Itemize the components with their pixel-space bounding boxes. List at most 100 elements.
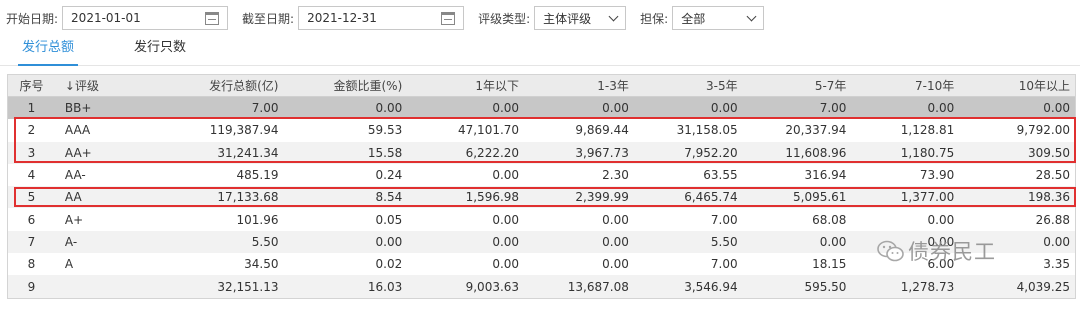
cell-over-10y: 28.50 (1035, 168, 1071, 183)
cell-under-1y: 0.00 (492, 101, 520, 116)
cell-3-5y: 0.00 (710, 101, 738, 116)
cell-over-10y: 26.88 (1035, 212, 1071, 227)
cell-5-7y: 0.00 (819, 234, 847, 249)
active-tab-underline (18, 64, 79, 66)
start-date-value: 2021-01-01 (71, 11, 141, 25)
start-date-input[interactable]: 2021-01-01 (62, 6, 229, 30)
cell-under-1y: 47,101.70 (457, 123, 520, 138)
cell-amount-share: 59.53 (367, 123, 403, 138)
cell-under-1y: 0.00 (492, 168, 520, 183)
cell-amount-share: 0.05 (375, 212, 403, 227)
table-row[interactable]: 3 AA+ 31,241.34 15.58 6,222.20 3,967.73 7,952.… (8, 141, 1075, 164)
header-5-7y[interactable]: 5-7年 (743, 77, 852, 94)
cell-index: 5 (27, 190, 36, 205)
cell-7-10y: 73.90 (919, 168, 955, 183)
table-row[interactable]: 9 32,151.13 16.03 9,003.63 13,687.08 3,546.94… (8, 275, 1075, 298)
table-header-row: 序号 ↓评级 发行总额(亿) 金额比重(%) 1年以下 1-3年 3-5年 5-… (8, 75, 1075, 97)
cell-5-7y: 7.00 (819, 101, 847, 116)
cell-rating: A (64, 257, 74, 272)
cell-3-5y: 3,546.94 (684, 279, 738, 294)
end-date-label: 截至日期: (242, 11, 295, 26)
calendar-icon[interactable] (205, 11, 220, 25)
cell-3-5y: 7.00 (710, 257, 738, 272)
header-7-10y[interactable]: 7-10年 (851, 77, 959, 94)
table-row[interactable]: 5 AA 17,133.68 8.54 1,596.98 2,399.99 6,465.74… (8, 186, 1075, 209)
cell-over-10y: 4,039.25 (1016, 279, 1071, 294)
cell-over-10y: 198.36 (1028, 190, 1071, 205)
guarantee-select[interactable]: 全部 (672, 6, 765, 30)
cell-7-10y: 1,278.73 (900, 279, 955, 294)
header-over-10y[interactable]: 10年以上 (959, 77, 1075, 94)
cell-1-3y: 3,967.73 (575, 145, 629, 160)
cell-total-amount: 34.50 (244, 257, 279, 272)
cell-rating: BB+ (64, 101, 92, 116)
cell-amount-share: 15.58 (367, 145, 403, 160)
rating-type-value: 主体评级 (543, 11, 592, 26)
cell-1-3y: 2.30 (602, 168, 629, 183)
cell-total-amount: 101.96 (236, 212, 279, 227)
cell-index: 1 (27, 101, 36, 116)
calendar-icon[interactable] (441, 11, 456, 25)
cell-rating: AA- (64, 168, 86, 183)
cell-rating: A+ (64, 212, 84, 227)
tab-issue-amount-label: 发行总额 (22, 40, 75, 55)
header-index[interactable]: 序号 (8, 77, 55, 94)
table-row[interactable]: 1 BB+ 7.00 0.00 0.00 0.00 0.00 7.00 0.00 0.00 (8, 97, 1075, 120)
cell-5-7y: 316.94 (804, 168, 847, 183)
header-amount-share[interactable]: 金额比重(%) (284, 77, 408, 94)
cell-amount-share: 8.54 (375, 190, 403, 205)
tab-issue-amount[interactable]: 发行总额 (18, 40, 79, 66)
header-under-1y[interactable]: 1年以下 (407, 77, 524, 94)
cell-5-7y: 20,337.94 (785, 123, 847, 138)
chevron-down-icon (608, 11, 619, 21)
cell-7-10y: 1,128.81 (900, 123, 955, 138)
watermark-text: 债券民工 (908, 240, 996, 264)
header-total-amount[interactable]: 发行总额(亿) (150, 77, 284, 94)
guarantee-label: 担保: (640, 11, 669, 26)
cell-amount-share: 16.03 (367, 279, 403, 294)
guarantee-value: 全部 (681, 11, 706, 26)
table-row[interactable]: 2 AAA 119,387.94 59.53 47,101.70 9,869.44 31,1… (8, 119, 1075, 142)
cell-under-1y: 0.00 (492, 234, 520, 249)
cell-total-amount: 32,151.13 (217, 279, 279, 294)
tab-issue-count[interactable]: 发行只数 (134, 40, 186, 66)
rating-type-label: 评级类型: (478, 11, 531, 26)
cell-total-amount: 31,241.34 (217, 145, 279, 160)
cell-amount-share: 0.24 (375, 168, 403, 183)
cell-rating: AA (64, 190, 82, 205)
tab-issue-count-label: 发行只数 (134, 40, 187, 55)
cell-total-amount: 17,133.68 (217, 190, 279, 205)
cell-1-3y: 13,687.08 (567, 279, 629, 294)
rating-type-select[interactable]: 主体评级 (534, 6, 627, 30)
cell-5-7y: 11,608.96 (785, 145, 847, 160)
cell-3-5y: 7,952.20 (684, 145, 738, 160)
cell-3-5y: 7.00 (710, 212, 738, 227)
cell-7-10y: 1,377.00 (900, 190, 955, 205)
start-date-label: 开始日期: (6, 11, 59, 26)
header-1-3y[interactable]: 1-3年 (524, 77, 634, 94)
header-rating[interactable]: ↓评级 (55, 77, 150, 94)
cell-5-7y: 595.50 (804, 279, 847, 294)
cell-total-amount: 485.19 (236, 168, 279, 183)
cell-7-10y: 0.00 (927, 212, 955, 227)
chevron-down-icon (746, 11, 757, 21)
cell-7-10y: 0.00 (927, 101, 955, 116)
wechat-icon (877, 240, 904, 262)
filter-bar: 开始日期: 2021-01-01 截至日期: 2021-12-31 评级类型: … (6, 6, 765, 30)
cell-3-5y: 5.50 (710, 234, 738, 249)
cell-amount-share: 0.00 (375, 234, 403, 249)
cell-amount-share: 0.00 (375, 101, 403, 116)
table-body: 1 BB+ 7.00 0.00 0.00 0.00 0.00 7.00 0.00 0.00 2 AAA… (8, 97, 1075, 298)
header-3-5y[interactable]: 3-5年 (634, 77, 743, 94)
end-date-input[interactable]: 2021-12-31 (298, 6, 465, 30)
tab-bar: 发行总额 发行只数 (0, 40, 1080, 66)
table-row[interactable]: 6 A+ 101.96 0.05 0.00 0.00 7.00 68.08 0.00 26.88 (8, 208, 1075, 231)
cell-index: 4 (27, 168, 36, 183)
cell-index: 3 (27, 145, 36, 160)
cell-1-3y: 0.00 (602, 257, 629, 272)
cell-rating: AAA (64, 123, 91, 138)
table-row[interactable]: 4 AA- 485.19 0.24 0.00 2.30 63.55 316.94 73.90 28… (8, 163, 1075, 187)
cell-7-10y: 1,180.75 (900, 145, 955, 160)
cell-index: 6 (27, 212, 36, 227)
cell-5-7y: 5,095.61 (793, 190, 847, 205)
